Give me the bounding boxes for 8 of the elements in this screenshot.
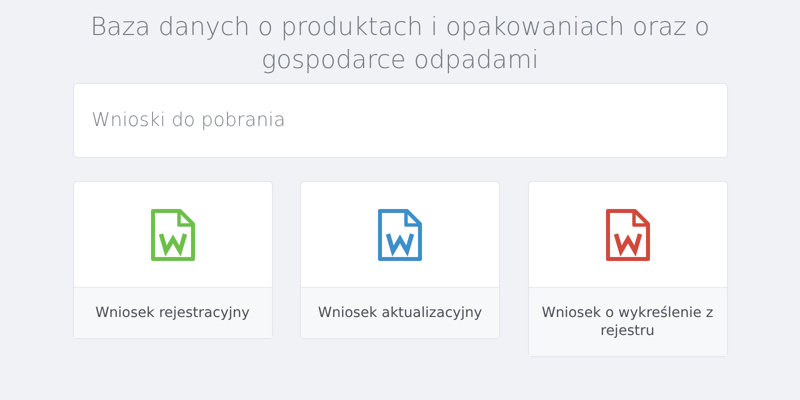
document-card[interactable]: Wniosek aktualizacyjny bbox=[300, 181, 500, 339]
section-heading: Wnioski do pobrania bbox=[92, 108, 286, 134]
document-label: Wniosek o wykreślenie z rejestru bbox=[542, 305, 714, 339]
document-card[interactable]: Wniosek rejestracyjny bbox=[72, 181, 272, 339]
document-label: Wniosek rejestracyjny bbox=[95, 305, 250, 321]
document-card[interactable]: Wniosek o wykreślenie z rejestru bbox=[528, 181, 728, 357]
page-title: Baza danych o produktach i opakowaniach oraz o gospodarce odpadami bbox=[89, 11, 711, 76]
document-label: Wniosek aktualizacyjny bbox=[318, 305, 482, 321]
